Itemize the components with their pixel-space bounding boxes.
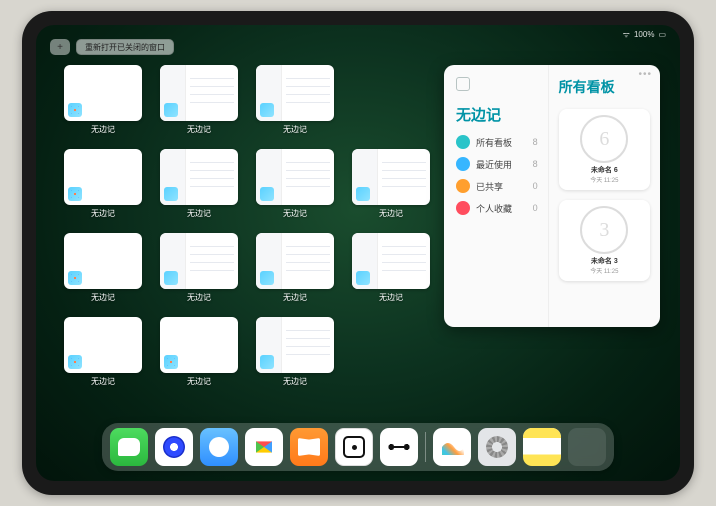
window-label: 无边记 xyxy=(187,292,211,303)
dock-app-play[interactable] xyxy=(245,428,283,466)
window-tile[interactable]: 无边记 xyxy=(64,233,142,303)
window-label: 无边记 xyxy=(91,292,115,303)
window-label: 无边记 xyxy=(91,376,115,387)
category-label: 已共享 xyxy=(476,180,503,193)
category-count: 0 xyxy=(533,203,538,213)
window-label: 无边记 xyxy=(283,376,307,387)
window-tile[interactable]: 无边记 xyxy=(160,317,238,387)
window-thumbnail[interactable] xyxy=(160,317,238,373)
status-bar: ᯤ 100% ▭ xyxy=(623,29,666,40)
window-label: 无边记 xyxy=(91,124,115,135)
new-tab-button[interactable]: + xyxy=(50,39,70,55)
panel-right-title: 所有看板 xyxy=(559,77,650,97)
board-name: 未命名 3 xyxy=(565,256,644,266)
dock-app-dice[interactable] xyxy=(335,428,373,466)
window-thumbnail[interactable] xyxy=(64,149,142,205)
dock-app-freeform[interactable] xyxy=(433,428,471,466)
window-tile[interactable]: 无边记 xyxy=(64,65,142,135)
board-time: 今天 11:25 xyxy=(565,175,644,184)
window-label: 无边记 xyxy=(379,292,403,303)
category-icon xyxy=(456,179,470,193)
window-thumbnail[interactable] xyxy=(64,317,142,373)
battery-label: 100% xyxy=(634,30,654,39)
wifi-icon: ᯤ xyxy=(623,29,630,40)
window-tile[interactable]: 无边记 xyxy=(64,317,142,387)
dock-separator xyxy=(425,432,426,462)
window-thumbnail[interactable] xyxy=(256,233,334,289)
dock-app-apps[interactable] xyxy=(568,428,606,466)
battery-icon: ▭ xyxy=(658,30,666,39)
sidebar-item[interactable]: 已共享 0 xyxy=(456,179,538,193)
dock xyxy=(102,423,614,471)
category-count: 0 xyxy=(533,181,538,191)
window-label: 无边记 xyxy=(283,208,307,219)
sidebar-item[interactable]: 所有看板 8 xyxy=(456,135,538,149)
window-thumbnail[interactable] xyxy=(256,317,334,373)
window-tile[interactable]: 无边记 xyxy=(256,149,334,219)
window-grid: 无边记无边记无边记无边记无边记无边记无边记无边记无边记无边记无边记无边记无边记无… xyxy=(64,65,430,419)
category-label: 最近使用 xyxy=(476,158,512,171)
window-tile[interactable]: 无边记 xyxy=(256,233,334,303)
category-icon xyxy=(456,201,470,215)
window-tile[interactable]: 无边记 xyxy=(160,149,238,219)
dock-app-connect[interactable] xyxy=(380,428,418,466)
dock-app-books[interactable] xyxy=(290,428,328,466)
category-count: 8 xyxy=(533,159,538,169)
category-icon xyxy=(456,157,470,171)
category-label: 个人收藏 xyxy=(476,202,512,215)
panel-main: 所有看板 未命名 6 今天 11:25 未命名 3 今天 11:25 xyxy=(548,65,660,327)
window-label: 无边记 xyxy=(283,292,307,303)
sidebar-item[interactable]: 个人收藏 0 xyxy=(456,201,538,215)
window-thumbnail[interactable] xyxy=(256,149,334,205)
board-preview xyxy=(580,206,628,254)
window-tile[interactable]: 无边记 xyxy=(160,65,238,135)
dock-app-browser2[interactable] xyxy=(200,428,238,466)
board-card[interactable]: 未命名 6 今天 11:25 xyxy=(559,109,650,190)
freeform-panel[interactable]: ••• 无边记 所有看板 8 最近使用 8 已共享 0 个人收藏 0 所有看板 … xyxy=(444,65,660,327)
panel-left-title: 无边记 xyxy=(456,104,538,125)
window-label: 无边记 xyxy=(187,124,211,135)
board-time: 今天 11:25 xyxy=(565,266,644,275)
board-card[interactable]: 未命名 3 今天 11:25 xyxy=(559,200,650,281)
sidebar-item[interactable]: 最近使用 8 xyxy=(456,157,538,171)
window-thumbnail[interactable] xyxy=(352,149,430,205)
window-label: 无边记 xyxy=(187,376,211,387)
reopen-closed-window-button[interactable]: 重新打开已关闭的窗口 xyxy=(76,39,174,55)
window-label: 无边记 xyxy=(91,208,115,219)
ipad-frame: ᯤ 100% ▭ + 重新打开已关闭的窗口 无边记无边记无边记无边记无边记无边记… xyxy=(22,11,694,495)
window-tile[interactable]: 无边记 xyxy=(256,317,334,387)
panel-sidebar: 无边记 所有看板 8 最近使用 8 已共享 0 个人收藏 0 xyxy=(444,65,548,327)
board-preview xyxy=(580,115,628,163)
window-thumbnail[interactable] xyxy=(160,149,238,205)
content-area: 无边记无边记无边记无边记无边记无边记无边记无边记无边记无边记无边记无边记无边记无… xyxy=(64,65,660,419)
category-icon xyxy=(456,135,470,149)
dock-app-settings[interactable] xyxy=(478,428,516,466)
category-count: 8 xyxy=(533,137,538,147)
window-label: 无边记 xyxy=(379,208,403,219)
window-label: 无边记 xyxy=(187,208,211,219)
window-tile[interactable]: 无边记 xyxy=(256,65,334,135)
window-thumbnail[interactable] xyxy=(64,233,142,289)
screen: ᯤ 100% ▭ + 重新打开已关闭的窗口 无边记无边记无边记无边记无边记无边记… xyxy=(36,25,680,481)
board-name: 未命名 6 xyxy=(565,165,644,175)
window-tile[interactable]: 无边记 xyxy=(352,149,430,219)
window-label: 无边记 xyxy=(283,124,307,135)
window-thumbnail[interactable] xyxy=(352,233,430,289)
dock-app-wechat[interactable] xyxy=(110,428,148,466)
window-tile[interactable]: 无边记 xyxy=(352,233,430,303)
dock-app-browser1[interactable] xyxy=(155,428,193,466)
window-tile[interactable]: 无边记 xyxy=(160,233,238,303)
top-bar: + 重新打开已关闭的窗口 xyxy=(50,39,174,55)
window-thumbnail[interactable] xyxy=(160,233,238,289)
window-tile[interactable]: 无边记 xyxy=(64,149,142,219)
more-icon[interactable]: ••• xyxy=(638,69,652,80)
window-thumbnail[interactable] xyxy=(64,65,142,121)
sidebar-toggle-icon[interactable] xyxy=(456,77,470,91)
window-thumbnail[interactable] xyxy=(256,65,334,121)
category-label: 所有看板 xyxy=(476,136,512,149)
window-thumbnail[interactable] xyxy=(160,65,238,121)
dock-app-notes[interactable] xyxy=(523,428,561,466)
